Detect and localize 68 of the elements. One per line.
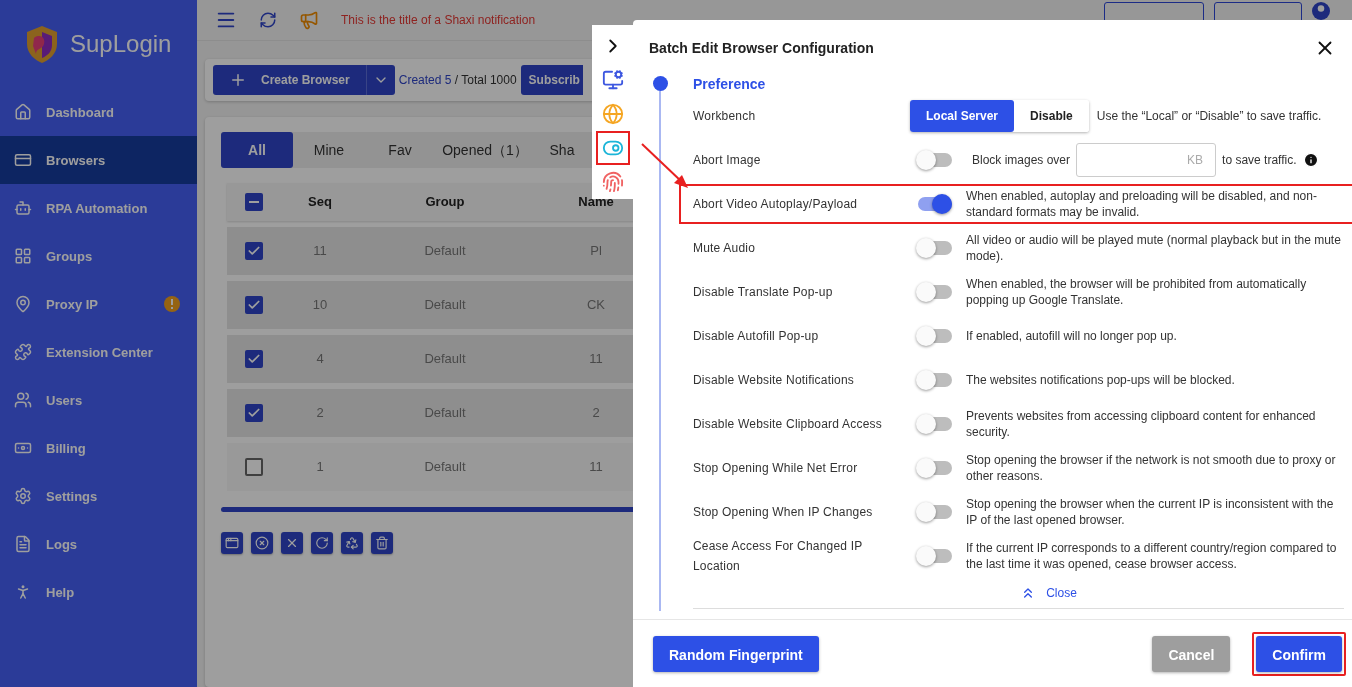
sidebar-item[interactable]: Settings	[0, 472, 197, 520]
setting-description: All video or audio will be played mute (normal playback but in the mute mode).	[966, 232, 1342, 264]
sidebar-item[interactable]: Billing	[0, 424, 197, 472]
setting-label: Disable Website Notifications	[693, 372, 855, 389]
setting-label: Stop Opening When IP Changes	[693, 504, 874, 521]
dialog-button[interactable]: Cancel	[1152, 635, 1231, 672]
section-title: Preference	[693, 76, 767, 94]
table-cell-text: CK	[585, 297, 607, 313]
sidebar-item[interactable]: Dashboard	[0, 88, 197, 136]
table-cell-text: 11	[312, 243, 328, 259]
table-cell-text: 1	[315, 459, 325, 475]
filter-tab[interactable]: Fav	[365, 131, 435, 168]
setting-label: Disable Website Clipboard Access	[693, 416, 883, 433]
setting-description: Prevents websites from accessing clipboard content for enhanced security.	[966, 408, 1317, 440]
table-cell-text: 10	[311, 297, 329, 313]
table-cell-text: 2	[315, 405, 325, 421]
filter-tab[interactable]: Sha	[535, 131, 589, 168]
dialog-button[interactable]: Random Fingerprint	[653, 635, 819, 672]
setting-label: Mute Audio	[693, 240, 757, 257]
table-cell-text: Default	[423, 297, 467, 313]
setting-description: When enabled, autoplay and preloading will be disabled, and non-standard formats may be invalid.	[966, 188, 1318, 220]
table-cell-text: 2	[591, 405, 601, 421]
sidebar-item[interactable]: Groups	[0, 232, 197, 280]
setting-label: Cease Access For Changed IP Location	[693, 538, 864, 575]
notification-text: This is the title of a Shaxi notification	[341, 13, 536, 28]
sidebar-item[interactable]: Help	[0, 568, 197, 616]
sidebar-item[interactable]: Logs	[0, 520, 197, 568]
setting-description: The websites notifications pop-ups will be blocked.	[966, 372, 1236, 388]
setting-label: Disable Autofill Pop-up	[693, 328, 820, 345]
setting-description: Stop opening the browser when the current IP is inconsistent with the IP of the last opened browser.	[966, 496, 1335, 528]
sidebar-item[interactable]: Browsers	[0, 136, 197, 184]
setting-description: Stop opening the browser if the network is not smooth due to proxy or other reasons.	[966, 452, 1337, 484]
setting-description: to save traffic.	[1222, 153, 1297, 167]
filter-tab[interactable]: All	[221, 131, 293, 168]
setting-label: Workbench	[693, 108, 757, 125]
setting-label: Stop Opening While Net Error	[693, 460, 859, 477]
dialog-button[interactable]: Confirm	[1256, 635, 1342, 672]
table-cell-text: 11	[588, 351, 604, 367]
table-cell-text: 11	[588, 459, 604, 475]
table-cell-text: 4	[315, 351, 325, 367]
segment-option[interactable]: Local Server	[910, 100, 1015, 132]
brand-name: SupLogin	[70, 30, 172, 58]
sidebar-item[interactable]: RPA Automation	[0, 184, 197, 232]
column-header: Seq	[307, 194, 333, 210]
dialog-title: Batch Edit Browser Configuration	[649, 40, 874, 56]
subscribe-button[interactable]: Subscrib	[520, 64, 583, 95]
setting-description: Use the “Local” or “Disable” to save traffic.	[1096, 108, 1323, 124]
setting-label: Disable Translate Pop-up	[693, 284, 834, 301]
setting-label: Abort Video Autoplay/Payload	[693, 196, 859, 213]
table-cell-text: Pl	[589, 243, 603, 259]
table-cell-text: Default	[423, 405, 467, 421]
setting-description: Block images over	[972, 153, 1071, 167]
table-cell-text: Default	[423, 351, 467, 367]
browser-count: Created 5 / Total 1000	[398, 72, 517, 87]
setting-description: When enabled, the browser will be prohibited from automatically popping up Google Translate.	[966, 276, 1308, 308]
column-header: Group	[424, 194, 466, 210]
table-cell-text: Default	[423, 243, 467, 259]
sidebar-item[interactable]: Extension Center	[0, 328, 197, 376]
sidebar-item[interactable]: Proxy IP	[0, 280, 197, 328]
setting-description: If the current IP corresponds to a different country/region compared to the last time it was opened, cease browser access.	[966, 540, 1338, 572]
collapse-link[interactable]: Close	[693, 578, 1344, 608]
setting-label: Abort Image	[693, 152, 762, 169]
table-cell-text: Default	[423, 459, 467, 475]
setting-description: If enabled, autofill will no longer pop up.	[966, 328, 1178, 344]
segment-option[interactable]: Disable	[1014, 100, 1089, 132]
sidebar-item[interactable]: Users	[0, 376, 197, 424]
filter-tab[interactable]: Opened（1）	[435, 131, 535, 168]
filter-tab[interactable]: Mine	[293, 131, 365, 168]
